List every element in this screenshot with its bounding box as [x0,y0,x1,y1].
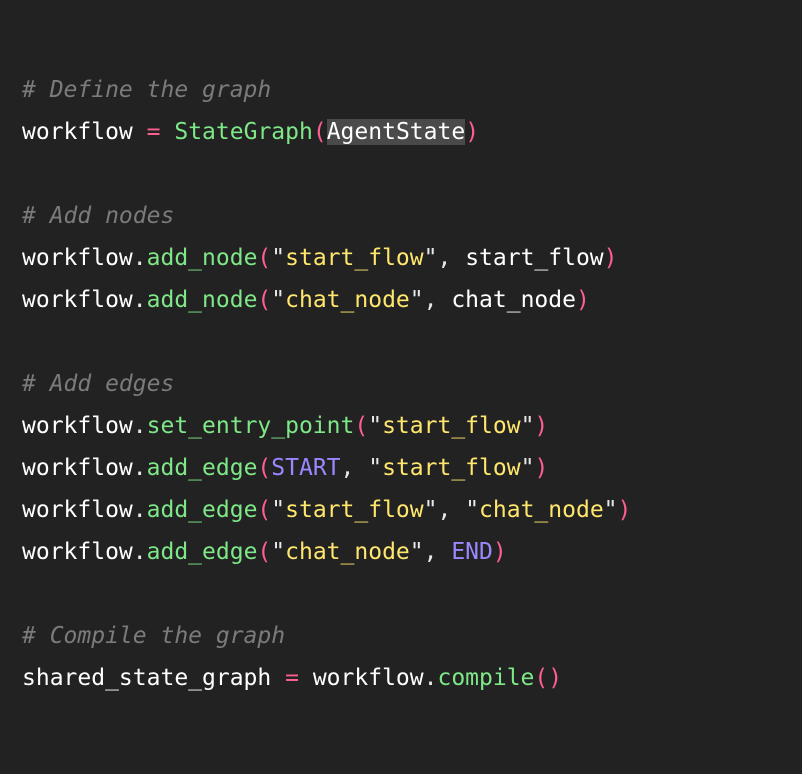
method-name: add_edge [146,539,258,565]
function-name: StateGraph [174,119,313,145]
assign-operator: = [285,665,299,691]
object-name: workflow [312,665,424,691]
string-literal: start_flow [285,245,424,271]
string-literal: start_flow [285,497,424,523]
method-name: add_node [146,245,258,271]
method-name: set_entry_point [146,413,355,439]
argument-name: start_flow [465,245,604,271]
code-line-11: workflow.add_edge("start_flow", "chat_no… [22,497,632,523]
object-name: workflow [22,455,133,481]
variable-name: shared_state_graph [22,665,272,691]
assign-operator: = [146,119,161,145]
code-line-2: workflow = StateGraph(AgentState) [22,119,480,145]
constant-name: END [451,539,493,565]
method-name: add_edge [146,455,258,481]
comment-text: # Compile the graph [22,623,286,649]
string-literal: start_flow [382,413,521,439]
method-name: add_node [146,287,258,313]
string-literal: start_flow [382,455,521,481]
comment-text: # Add nodes [22,203,175,229]
constant-name: START [271,455,341,481]
code-line-8: # Add edges [22,363,802,405]
code-line-14: # Compile the graph [22,615,802,657]
argument-name: chat_node [451,287,576,313]
string-literal: chat_node [285,287,410,313]
method-name: add_edge [146,497,258,523]
object-name: workflow [22,497,133,523]
code-line-10: workflow.add_edge(START, "start_flow") [22,455,549,481]
comment-text: # Add edges [22,371,175,397]
string-literal: chat_node [285,539,410,565]
code-editor[interactable]: # Define the graph workflow = StateGraph… [0,0,802,774]
string-literal: chat_node [479,497,604,523]
object-name: workflow [22,287,133,313]
code-line-12: workflow.add_edge("chat_node", END) [22,539,507,565]
method-name: compile [437,665,535,691]
code-line-1: # Define the graph [22,69,802,111]
code-line-4: # Add nodes [22,195,802,237]
code-line-9: workflow.set_entry_point("start_flow") [22,413,549,439]
code-line-5: workflow.add_node("start_flow", start_fl… [22,245,618,271]
selected-text[interactable]: AgentState [326,119,466,145]
comment-text: # Define the graph [22,77,272,103]
object-name: workflow [22,539,133,565]
object-name: workflow [22,413,133,439]
code-line-15: shared_state_graph = workflow.compile() [22,665,563,691]
object-name: workflow [22,245,133,271]
variable-name: workflow [22,119,133,145]
code-line-6: workflow.add_node("chat_node", chat_node… [22,287,590,313]
